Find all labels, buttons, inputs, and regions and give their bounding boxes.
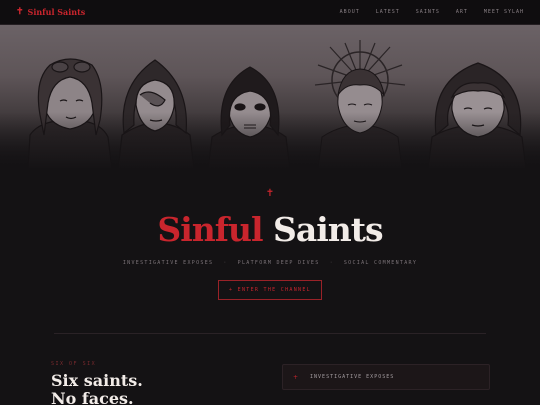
top-nav: ✝ Sinful Saints ABOUT LATEST SAINTS ART … <box>0 0 540 25</box>
section-divider <box>54 333 486 334</box>
heading-line-2: No faces. <box>51 389 134 405</box>
tag-investigative: INVESTIGATIVE EXPOSES <box>122 260 214 266</box>
brand-name: Sinful Saints <box>27 7 86 17</box>
title-cross-icon: ✝ <box>265 188 275 199</box>
tag-separator: · <box>223 260 228 266</box>
nav-links: ABOUT LATEST SAINTS ART MEET SYLAH <box>340 9 524 15</box>
title-word-sinful: Sinful <box>157 210 263 249</box>
heading-line-1: Six saints. <box>51 371 143 390</box>
nav-link-about[interactable]: ABOUT <box>340 9 360 15</box>
tag-social: SOCIAL COMMENTARY <box>343 260 418 266</box>
nav-link-latest[interactable]: LATEST <box>376 9 400 15</box>
plus-icon: + <box>293 373 299 381</box>
section-heading: Six saints. No faces. <box>51 372 251 405</box>
nav-link-meet-sylah[interactable]: MEET SYLAH <box>484 9 524 15</box>
brand-logo[interactable]: ✝ Sinful Saints <box>16 7 85 17</box>
hero-title: Sinful Saints <box>0 210 540 249</box>
enter-channel-button[interactable]: + ENTER THE CHANNEL <box>218 280 322 300</box>
tag-platform: PLATFORM DEEP DIVES <box>237 260 320 266</box>
saints-artwork <box>0 25 540 170</box>
section-kicker: SIX OF SIX <box>51 361 97 367</box>
cross-icon: ✝ <box>16 7 24 17</box>
tag-separator: · <box>329 260 334 266</box>
title-word-saints: Saints <box>273 210 384 249</box>
hero-illustration <box>0 25 540 170</box>
card-label: INVESTIGATIVE EXPOSES <box>310 374 395 380</box>
nav-link-art[interactable]: ART <box>456 9 468 15</box>
nav-link-saints[interactable]: SAINTS <box>416 9 440 15</box>
hero-tags: INVESTIGATIVE EXPOSES · PLATFORM DEEP DI… <box>0 260 540 266</box>
category-card[interactable]: + INVESTIGATIVE EXPOSES <box>282 364 490 390</box>
